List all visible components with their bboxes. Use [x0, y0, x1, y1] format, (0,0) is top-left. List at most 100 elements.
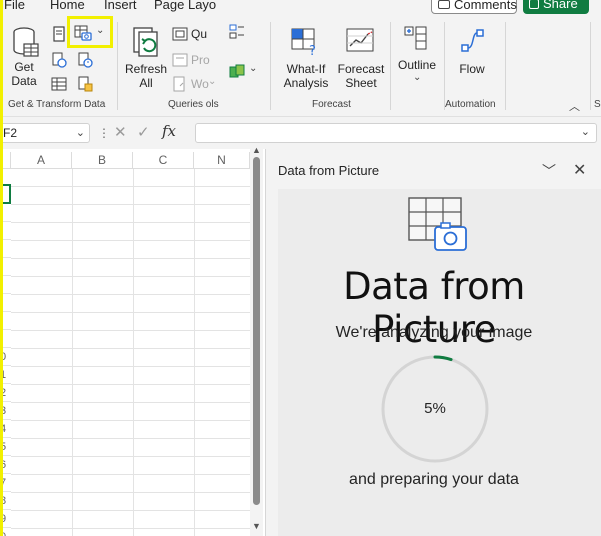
data-types-icon[interactable] — [229, 24, 245, 40]
grid-line — [72, 169, 73, 536]
grid-line — [11, 420, 250, 421]
scrollbar-thumb[interactable] — [253, 157, 260, 505]
stocks-icon[interactable] — [229, 64, 245, 80]
enter-icon[interactable]: ✓ — [137, 123, 150, 141]
share-button[interactable]: Share ⌄ — [523, 0, 589, 26]
grid-line — [11, 474, 250, 475]
from-table-range-icon[interactable] — [51, 76, 67, 92]
database-icon — [13, 27, 39, 57]
expand-formula-bar-icon[interactable]: ⌄ — [581, 125, 590, 138]
get-data-button[interactable]: Get Data — [4, 24, 44, 90]
queries-item-3[interactable]: Wo — [191, 77, 209, 91]
share-label: Share — [543, 0, 578, 11]
grid-line — [11, 258, 250, 259]
what-if-label-1: What-If — [286, 62, 326, 76]
menu-home[interactable]: Home — [50, 0, 85, 12]
grid-line — [11, 222, 250, 223]
queries-connections-icon[interactable] — [172, 26, 188, 42]
column-header-a[interactable]: A — [11, 152, 72, 169]
collapse-ribbon-icon[interactable]: ︿ — [569, 98, 580, 114]
pane-body: Data from Picture We're analyzing your i… — [278, 189, 601, 536]
menu-insert[interactable]: Insert — [104, 0, 137, 12]
what-if-label-2: Analysis — [283, 76, 329, 90]
data-from-picture-pane: Data from Picture ﹀ ✕ Data from Picture … — [265, 149, 601, 536]
queries-group-label: Queries ols — [168, 99, 219, 110]
more-options-icon[interactable]: ⋮ — [98, 126, 110, 140]
name-box-value: F2 — [3, 126, 18, 140]
existing-connections-icon[interactable] — [77, 76, 93, 92]
scroll-down-icon[interactable]: ▼ — [252, 521, 261, 531]
flow-icon — [461, 29, 484, 52]
flow-button[interactable]: Flow — [452, 24, 492, 92]
refresh-all-button[interactable]: Refresh All — [124, 24, 168, 92]
grid-line — [133, 169, 134, 536]
refresh-label-1: Refresh — [124, 62, 168, 76]
scroll-up-icon[interactable]: ▲ — [252, 145, 261, 155]
analyzing-text: We're analyzing your image — [335, 324, 533, 341]
grid-line — [11, 186, 250, 187]
outline-button[interactable]: Outline ⌄ — [394, 24, 440, 92]
close-icon[interactable]: ✕ — [573, 160, 586, 180]
name-box[interactable]: F2 ⌄ — [0, 123, 90, 143]
outline-icon — [404, 26, 427, 50]
what-if-analysis-button[interactable]: ? What-If Analysis — [278, 24, 334, 92]
comments-button[interactable]: Comments — [431, 0, 517, 14]
refresh-label-2: All — [139, 76, 153, 90]
ribbon: Get Data ⌄ Get & Transform Data Refresh … — [0, 14, 601, 117]
grid-line — [11, 348, 250, 349]
comment-icon — [438, 0, 450, 9]
cancel-icon[interactable]: ✕ — [114, 123, 127, 141]
formula-input[interactable]: ⌄ — [195, 123, 597, 143]
grid-line — [11, 330, 250, 331]
cut-off-label: S — [594, 99, 601, 110]
group-separator — [444, 22, 445, 110]
insert-function-button[interactable]: fx — [162, 122, 176, 140]
group-separator — [117, 22, 118, 110]
forecast-label-1: Forecast — [337, 62, 385, 76]
name-box-chevron-icon[interactable]: ⌄ — [76, 124, 85, 142]
menu-page-layout[interactable]: Page Layo — [154, 0, 216, 12]
from-web-icon[interactable] — [51, 52, 67, 68]
flow-label: Flow — [459, 62, 485, 76]
grid-line — [11, 204, 250, 205]
outline-chevron-icon: ⌄ — [413, 72, 422, 83]
column-header-n[interactable]: N — [194, 152, 250, 169]
group-separator — [270, 22, 271, 110]
recent-sources-icon[interactable] — [77, 52, 93, 68]
picture-table-icon — [408, 197, 467, 251]
grid-line — [194, 169, 195, 536]
pane-options-chevron-icon[interactable]: ﹀ — [542, 161, 556, 181]
get-data-label-1: Get — [14, 60, 34, 74]
data-types-chevron-icon: ⌄ — [249, 63, 258, 74]
properties-icon[interactable] — [172, 52, 188, 68]
forecast-sheet-button[interactable]: Forecast Sheet — [336, 24, 386, 92]
grid-line — [11, 402, 250, 403]
formula-bar: F2 ⌄ ⋮ ✕ ✓ fx ⌄ — [0, 117, 601, 149]
automation-group-label: Automation — [445, 99, 496, 110]
menu-bar: File Home Insert Page Layo Comments Shar… — [0, 0, 601, 26]
queries-item-2[interactable]: Pro — [191, 53, 210, 67]
column-header-b[interactable]: B — [72, 152, 133, 169]
grid-line — [11, 366, 250, 367]
from-text-csv-icon[interactable] — [51, 26, 67, 42]
workbook-links-icon[interactable] — [172, 76, 188, 92]
grid-line — [11, 276, 250, 277]
column-header-c[interactable]: C — [133, 152, 194, 169]
get-transform-group-label: Get & Transform Data — [8, 99, 106, 110]
grid-line — [11, 294, 250, 295]
vertical-scrollbar[interactable]: ▲ ▼ — [250, 145, 263, 536]
data-from-picture-button[interactable]: ⌄ — [72, 22, 110, 44]
forecast-chart-icon — [346, 28, 374, 52]
spreadsheet-grid[interactable]: A B C N 01234567890 — [0, 149, 250, 536]
workbook-links-chevron-icon: ⌄ — [208, 76, 217, 87]
group-separator — [505, 22, 506, 110]
queries-item-1[interactable]: Qu — [191, 27, 207, 41]
forecast-group-label: Forecast — [312, 99, 351, 110]
picture-table-icon — [74, 25, 92, 41]
grid-line — [11, 492, 250, 493]
grid-line — [11, 438, 250, 439]
grid-line — [11, 456, 250, 457]
menu-file[interactable]: File — [4, 0, 25, 12]
group-separator — [390, 22, 391, 110]
grid-line — [11, 510, 250, 511]
